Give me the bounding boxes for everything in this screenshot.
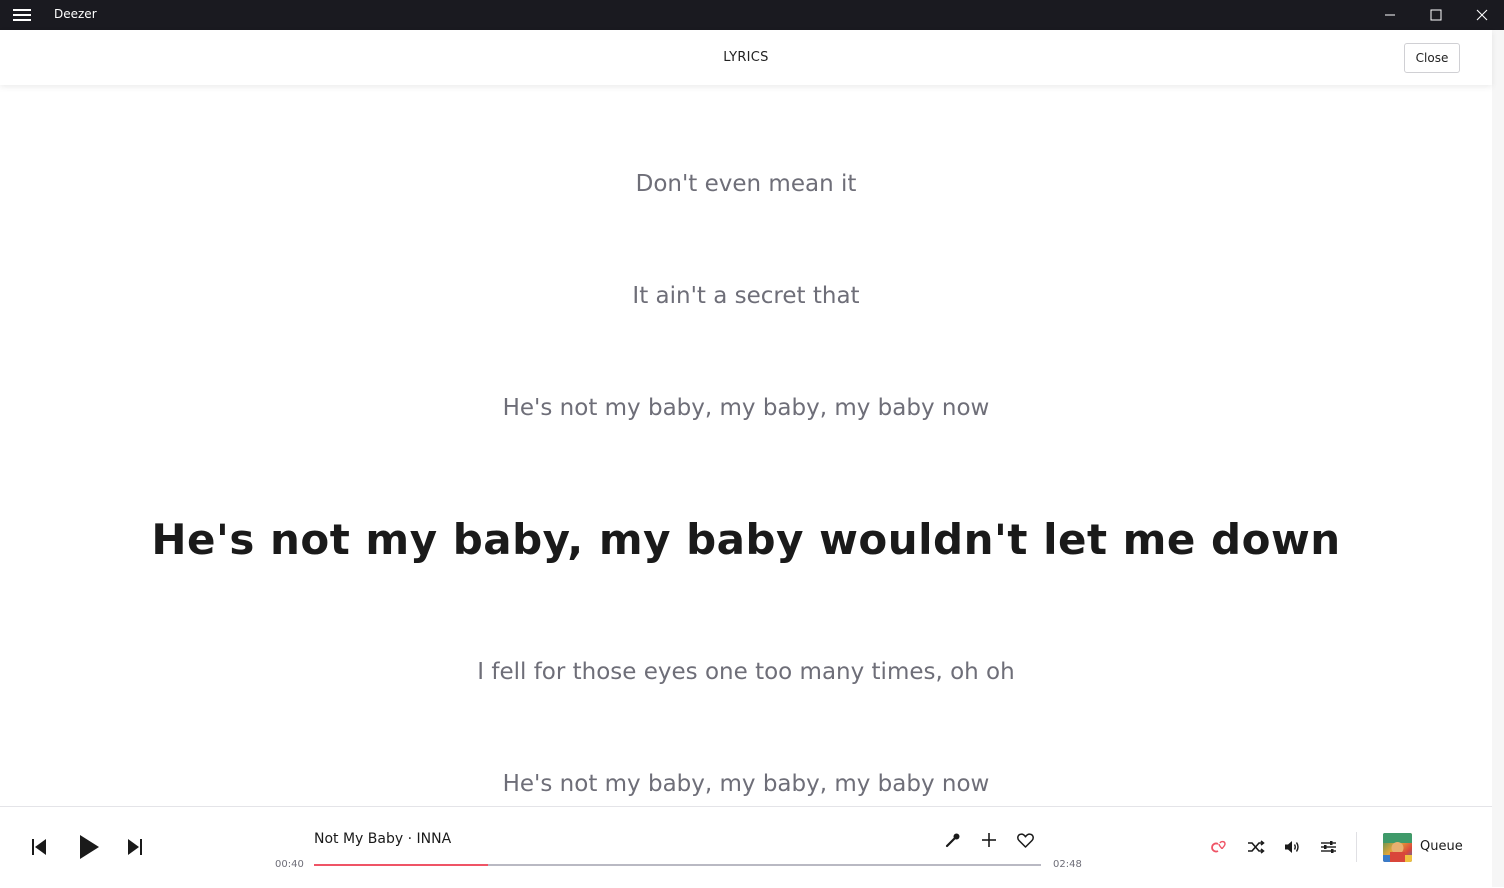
album-art-icon [1383, 833, 1412, 862]
minimize-button[interactable] [1367, 0, 1413, 30]
minimize-icon [1385, 14, 1395, 16]
lyrics-button[interactable] [943, 830, 963, 850]
progress-bar[interactable] [314, 864, 1041, 866]
shuffle-button[interactable] [1246, 838, 1266, 856]
play-button[interactable] [76, 834, 102, 860]
queue-button[interactable]: Queue [1420, 839, 1463, 854]
lyrics-panel[interactable]: Don't even mean it It ain't a secret tha… [0, 85, 1492, 806]
track-title[interactable]: Not My Baby · INNA [314, 831, 451, 847]
close-icon [1476, 9, 1488, 21]
divider [1356, 832, 1357, 862]
heart-icon [1016, 832, 1034, 848]
lyric-line-active: He's not my baby, my baby wouldn't let m… [151, 515, 1341, 564]
close-button[interactable]: Close [1404, 43, 1460, 73]
previous-button[interactable] [30, 837, 48, 857]
lyric-line: Don't even mean it [635, 171, 857, 197]
page-title: LYRICS [723, 50, 769, 65]
maximize-icon [1430, 9, 1442, 21]
player-bar: Not My Baby · INNA 00:40 02:48 Queue [0, 806, 1492, 888]
hamburger-icon[interactable] [13, 9, 31, 21]
lyrics-header: LYRICS Close [0, 30, 1492, 85]
volume-button[interactable] [1282, 838, 1302, 856]
previous-icon [32, 839, 46, 855]
equalizer-icon [1320, 841, 1336, 853]
app-title: Deezer [54, 7, 97, 21]
lyric-line: I fell for those eyes one too many times… [477, 659, 1015, 685]
scrollbar[interactable] [1492, 30, 1504, 887]
microphone-icon [945, 833, 960, 848]
lyric-line: He's not my baby, my baby, my baby now [502, 395, 990, 421]
add-to-playlist-button[interactable] [979, 830, 999, 850]
lyric-line: He's not my baby, my baby, my baby now [502, 771, 990, 797]
duration-time: 02:48 [1053, 859, 1082, 870]
volume-icon [1284, 841, 1299, 853]
flow-icon [1211, 840, 1226, 853]
elapsed-time: 00:40 [275, 859, 304, 870]
title-bar: Deezer [0, 0, 1504, 30]
flow-button[interactable] [1209, 838, 1229, 856]
lyric-line: It ain't a secret that [632, 283, 860, 309]
progress-fill [314, 864, 489, 866]
shuffle-icon [1248, 840, 1265, 854]
equalizer-button[interactable] [1318, 838, 1338, 856]
play-icon [80, 835, 99, 859]
next-icon [128, 839, 142, 855]
maximize-button[interactable] [1413, 0, 1459, 30]
add-icon [982, 833, 996, 847]
window-close-button[interactable] [1459, 0, 1504, 30]
favorite-button[interactable] [1015, 830, 1035, 850]
album-cover[interactable] [1383, 833, 1412, 862]
next-button[interactable] [126, 837, 144, 857]
